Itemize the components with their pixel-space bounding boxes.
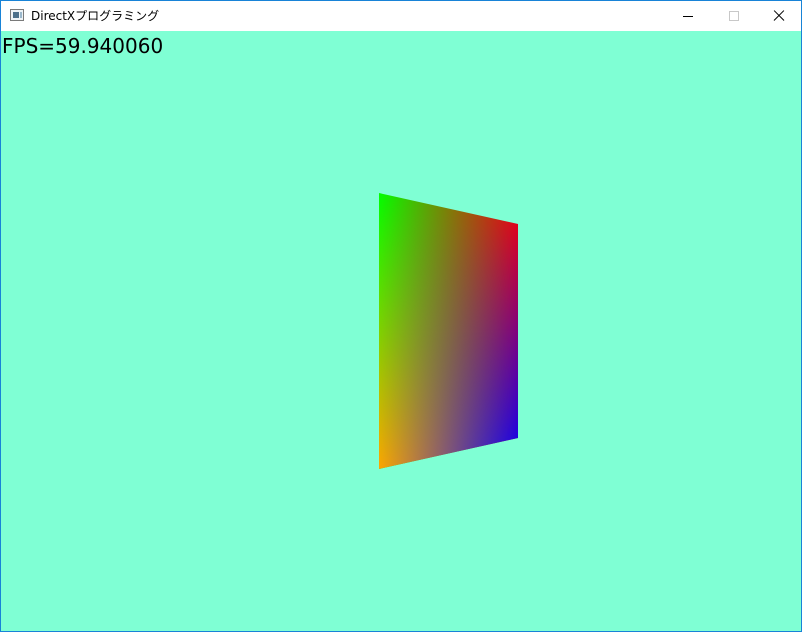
title-bar[interactable]: DirectXプログラミング xyxy=(1,1,801,31)
maximize-icon xyxy=(729,11,739,21)
app-window-icon[interactable] xyxy=(10,9,24,21)
minimize-button[interactable] xyxy=(665,1,711,31)
close-button[interactable] xyxy=(756,1,802,31)
scene-canvas xyxy=(379,193,518,469)
window-title: DirectXプログラミング xyxy=(31,9,160,23)
colored-quad xyxy=(379,193,518,469)
maximize-button[interactable] xyxy=(711,1,757,31)
minimize-icon xyxy=(683,16,693,17)
app-window: DirectXプログラミング FPS=59.940060 xyxy=(0,0,802,632)
render-viewport[interactable]: FPS=59.940060 xyxy=(1,31,801,631)
fps-counter: FPS=59.940060 xyxy=(2,34,164,58)
close-icon xyxy=(773,10,785,22)
